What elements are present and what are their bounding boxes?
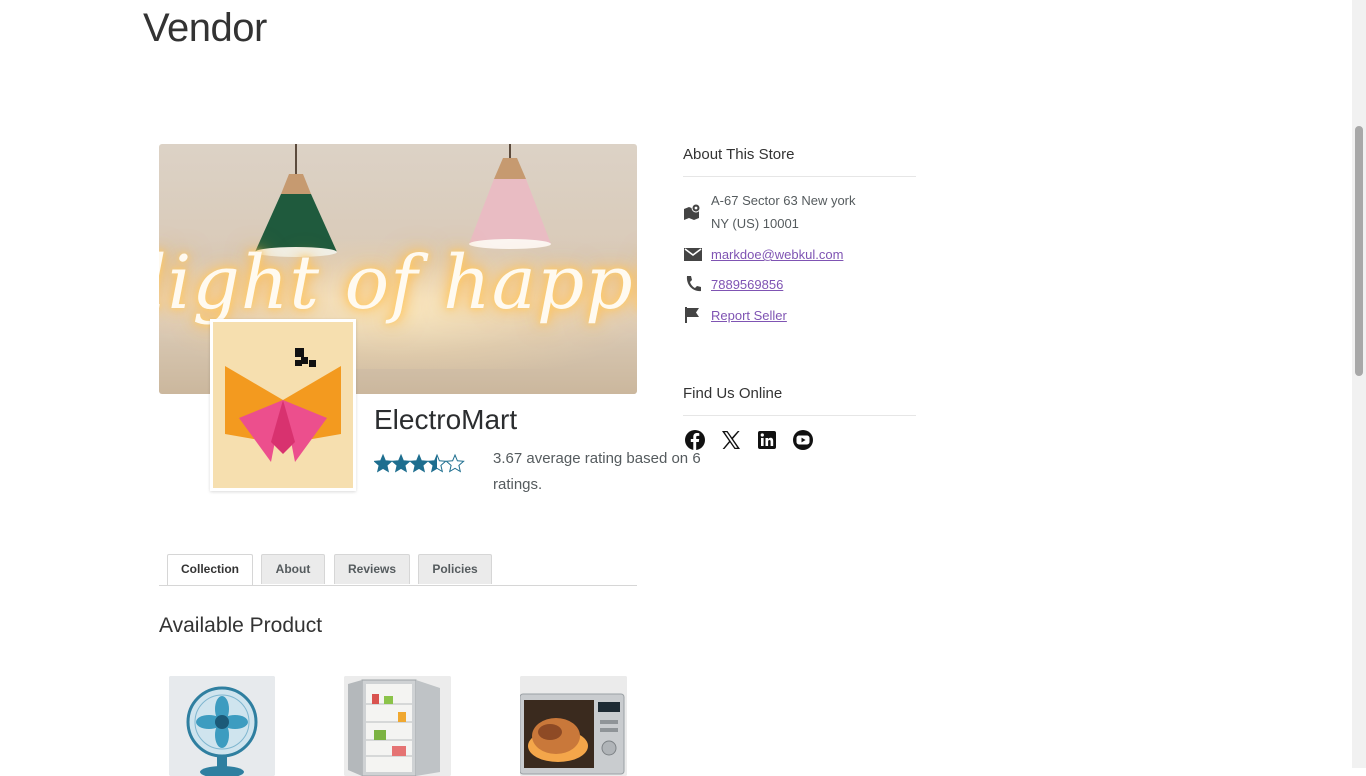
x-twitter-icon[interactable] <box>720 429 742 451</box>
store-email-link[interactable]: markdoe@webkul.com <box>711 247 843 262</box>
tab-collection[interactable]: Collection <box>167 554 253 585</box>
envelope-icon <box>683 244 703 264</box>
about-store-heading: About This Store <box>683 146 916 177</box>
product-card-table-fan[interactable] <box>169 676 275 776</box>
report-seller-row: Report Seller <box>683 304 916 327</box>
store-email-row: markdoe@webkul.com <box>683 243 916 266</box>
store-tabs: Collection About Reviews Policies <box>159 554 637 586</box>
butterfly-logo-icon <box>225 348 341 462</box>
store-name: ElectroMart <box>374 404 518 435</box>
available-product-heading: Available Product <box>159 614 323 637</box>
store-phone-row: 7889569856 <box>683 273 916 296</box>
map-marker-icon <box>683 202 703 222</box>
linkedin-icon[interactable] <box>756 429 778 451</box>
flag-icon <box>683 305 703 325</box>
store-phone-link[interactable]: 7889569856 <box>711 277 783 292</box>
table-fan-image <box>169 676 275 776</box>
youtube-icon[interactable] <box>792 429 814 451</box>
product-card-microwave[interactable] <box>520 676 627 776</box>
address-line-1: A-67 Sector 63 New york <box>711 193 856 208</box>
scrollbar-thumb[interactable] <box>1355 126 1363 376</box>
facebook-icon[interactable] <box>684 429 706 451</box>
store-logo <box>210 319 356 491</box>
banner-script-text: light of happines <box>159 240 637 326</box>
refrigerator-image <box>344 676 451 776</box>
page-scrollbar[interactable] <box>1352 0 1366 768</box>
rating-summary: 3.67 average rating based on 6 ratings. <box>493 450 701 493</box>
rating-stars <box>373 452 466 479</box>
microwave-oven-image <box>520 676 627 776</box>
report-seller-link[interactable]: Report Seller <box>711 308 787 323</box>
product-card-refrigerator[interactable] <box>344 676 451 776</box>
find-us-online-heading: Find Us Online <box>683 385 916 416</box>
tab-policies[interactable]: Policies <box>418 554 492 584</box>
phone-icon <box>683 274 703 294</box>
page-title: Vendor <box>143 6 267 50</box>
address-line-2: NY (US) 10001 <box>711 216 799 231</box>
tab-reviews[interactable]: Reviews <box>334 554 410 584</box>
tab-about[interactable]: About <box>261 554 325 584</box>
store-address: A-67 Sector 63 New york NY (US) 10001 <box>683 189 916 235</box>
